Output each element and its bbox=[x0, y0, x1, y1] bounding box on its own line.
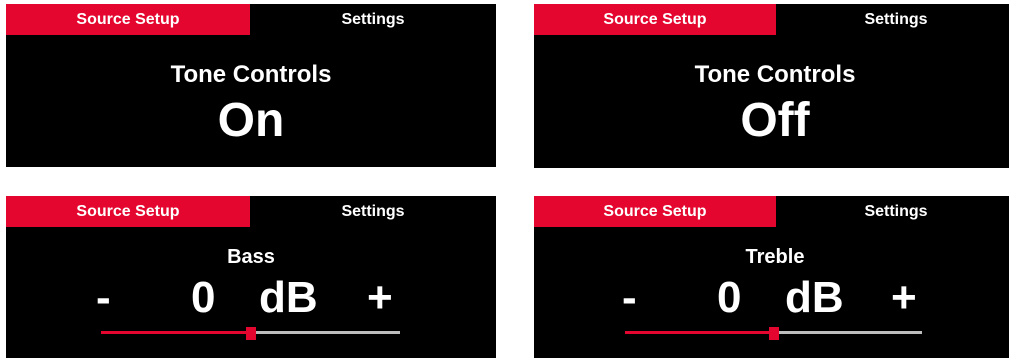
level-value: 0 bbox=[191, 273, 216, 322]
screen-title: Tone Controls bbox=[694, 61, 856, 88]
slider-fill bbox=[101, 331, 251, 334]
level-unit: dB bbox=[785, 273, 844, 322]
tab-settings[interactable]: Settings bbox=[250, 4, 496, 35]
decrease-button[interactable]: - bbox=[622, 273, 637, 323]
treble-screen: Source Setup Settings Treble - 0 dB + bbox=[534, 196, 1009, 358]
tab-settings[interactable]: Settings bbox=[776, 196, 1009, 227]
tab-bar: Source Setup Settings bbox=[534, 196, 1009, 227]
tab-bar: Source Setup Settings bbox=[534, 4, 1009, 35]
tab-settings[interactable]: Settings bbox=[250, 196, 496, 227]
increase-button[interactable]: + bbox=[367, 273, 393, 323]
tab-source-setup[interactable]: Source Setup bbox=[6, 4, 250, 35]
tone-controls-on-screen: Source Setup Settings Tone Controls On bbox=[6, 4, 496, 167]
decrease-button[interactable]: - bbox=[96, 273, 111, 323]
slider-thumb[interactable] bbox=[245, 327, 256, 340]
treble-slider[interactable] bbox=[625, 327, 922, 340]
increase-button[interactable]: + bbox=[891, 273, 917, 323]
bass-slider[interactable] bbox=[101, 327, 400, 340]
tone-controls-off-screen: Source Setup Settings Tone Controls Off bbox=[534, 4, 1009, 168]
screen-title: Treble bbox=[745, 246, 805, 268]
tone-controls-value[interactable]: Off bbox=[534, 93, 1009, 149]
screen-title: Bass bbox=[227, 246, 275, 268]
tone-controls-value[interactable]: On bbox=[6, 93, 496, 149]
bass-screen: Source Setup Settings Bass - 0 dB + bbox=[6, 196, 496, 358]
level-unit: dB bbox=[259, 273, 318, 322]
tab-bar: Source Setup Settings bbox=[6, 196, 496, 227]
slider-fill bbox=[625, 331, 774, 334]
tab-source-setup[interactable]: Source Setup bbox=[534, 4, 776, 35]
tab-settings[interactable]: Settings bbox=[776, 4, 1009, 35]
slider-thumb[interactable] bbox=[768, 327, 779, 340]
tab-bar: Source Setup Settings bbox=[6, 4, 496, 35]
tab-source-setup[interactable]: Source Setup bbox=[6, 196, 250, 227]
screen-title: Tone Controls bbox=[170, 61, 332, 88]
tab-source-setup[interactable]: Source Setup bbox=[534, 196, 776, 227]
level-value: 0 bbox=[717, 273, 742, 322]
